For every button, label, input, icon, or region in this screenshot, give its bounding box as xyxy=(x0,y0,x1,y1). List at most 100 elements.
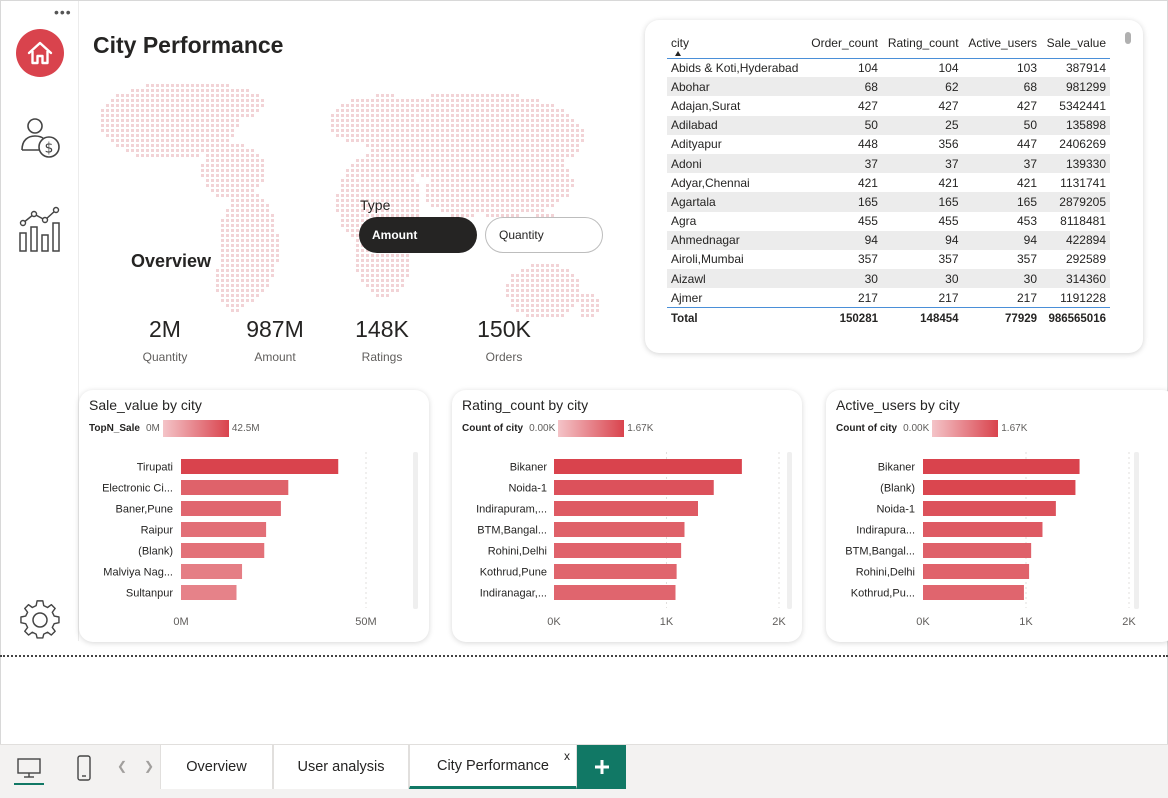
chart-bar[interactable] xyxy=(554,522,685,537)
column-header-order-count[interactable]: Order_count xyxy=(806,36,882,58)
chart-bar[interactable] xyxy=(923,480,1076,495)
chart-scrollbar[interactable] xyxy=(413,452,418,609)
chart-bar[interactable] xyxy=(181,480,289,495)
map-dot xyxy=(136,94,139,97)
map-dot xyxy=(231,309,234,312)
desktop-view-icon[interactable] xyxy=(14,751,44,785)
chart-bar[interactable] xyxy=(181,585,237,600)
map-dot xyxy=(506,199,509,202)
column-header-rating-count[interactable]: Rating_count xyxy=(882,36,963,58)
chart-bar[interactable] xyxy=(923,585,1024,600)
map-dot xyxy=(166,144,169,147)
map-dot xyxy=(136,104,139,107)
chevron-left-icon[interactable]: ❮ xyxy=(117,759,127,773)
map-dot xyxy=(546,179,549,182)
map-dot xyxy=(351,174,354,177)
map-dot xyxy=(426,144,429,147)
table-row[interactable]: Agartala 165 165 165 2879205 xyxy=(667,192,1110,212)
map-dot xyxy=(351,114,354,117)
map-dot xyxy=(106,134,109,137)
map-dot xyxy=(581,129,584,132)
map-dot xyxy=(216,279,219,282)
mobile-view-icon[interactable] xyxy=(69,751,99,785)
table-row[interactable]: Airoli,Mumbai 357 357 357 292589 xyxy=(667,250,1110,269)
map-dot xyxy=(146,149,149,152)
map-dot xyxy=(531,299,534,302)
map-dot xyxy=(166,129,169,132)
map-dot xyxy=(231,94,234,97)
chart-scrollbar[interactable] xyxy=(1134,452,1139,609)
table-row[interactable]: Ahmednagar 94 94 94 422894 xyxy=(667,230,1110,250)
table-row[interactable]: Adoni 37 37 37 139330 xyxy=(667,153,1110,174)
total-label: Total xyxy=(671,312,698,325)
tab-city-performance[interactable]: City Performance xyxy=(409,745,577,789)
chart-bar[interactable] xyxy=(554,543,682,558)
map-dot xyxy=(541,124,544,127)
table-row[interactable]: Adyar,Chennai 421 421 421 1131741 xyxy=(667,173,1110,192)
table-cell-value: 217 xyxy=(1016,290,1038,305)
chart-bar[interactable] xyxy=(181,522,267,537)
bar-chart-icon[interactable] xyxy=(15,204,67,256)
sale-value-bar-chart: TirupatiElectronic Ci...Baner,PuneRaipur… xyxy=(102,452,377,628)
map-dot xyxy=(221,234,224,237)
chart-scrollbar[interactable] xyxy=(787,452,792,609)
table-scrollbar[interactable] xyxy=(1125,32,1131,44)
user-dollar-icon[interactable]: $ xyxy=(15,111,67,163)
chart-bar[interactable] xyxy=(181,501,281,516)
sort-ascending-icon[interactable] xyxy=(675,51,681,56)
map-dot xyxy=(221,269,224,272)
table-row[interactable]: Ajmer 217 217 217 1191228 xyxy=(667,288,1110,307)
chart-bar[interactable] xyxy=(923,501,1056,516)
tab-user-analysis[interactable]: User analysis xyxy=(273,745,409,789)
chart-bar[interactable] xyxy=(554,501,698,516)
home-icon[interactable] xyxy=(16,29,64,77)
table-cell-value: 357 xyxy=(938,252,959,267)
chart-bar[interactable] xyxy=(923,459,1080,474)
table-row[interactable]: Adilabad 50 25 50 135898 xyxy=(667,115,1110,135)
table-row[interactable]: Adityapur 448 356 447 2406269 xyxy=(667,135,1110,154)
type-option-amount[interactable]: Amount xyxy=(359,217,477,253)
map-dot xyxy=(131,94,134,97)
table-row[interactable]: Abohar 68 62 68 981299 xyxy=(667,77,1110,97)
column-header-sale-value[interactable]: Sale_value xyxy=(1041,36,1110,58)
close-tab-icon[interactable]: x xyxy=(564,749,570,763)
table-row[interactable]: Adajan,Surat 427 427 427 5342441 xyxy=(667,96,1110,115)
chevron-right-icon[interactable]: ❯ xyxy=(144,759,154,773)
map-dot xyxy=(226,214,229,217)
map-dot xyxy=(221,139,224,142)
tab-overview[interactable]: Overview xyxy=(160,745,273,789)
chart-bar[interactable] xyxy=(923,522,1043,537)
map-dot xyxy=(141,109,144,112)
map-dot xyxy=(541,299,544,302)
map-dot xyxy=(386,184,389,187)
chart-bar[interactable] xyxy=(554,564,677,579)
map-dot xyxy=(356,99,359,102)
map-dot xyxy=(396,104,399,107)
map-dot xyxy=(471,104,474,107)
table-row[interactable]: Aizawl 30 30 30 314360 xyxy=(667,269,1110,289)
map-dot xyxy=(356,259,359,262)
map-dot xyxy=(471,109,474,112)
more-dots-icon[interactable]: ••• xyxy=(54,5,72,19)
add-page-button[interactable] xyxy=(577,745,626,789)
map-dot xyxy=(376,279,379,282)
gear-icon[interactable] xyxy=(15,595,67,647)
table-row[interactable]: Agra 455 455 453 8118481 xyxy=(667,212,1110,231)
chart-bar[interactable] xyxy=(923,564,1030,579)
chart-bar[interactable] xyxy=(554,480,714,495)
chart-bar[interactable] xyxy=(554,459,742,474)
map-dot xyxy=(146,114,149,117)
chart-bar[interactable] xyxy=(181,564,243,579)
column-header-city[interactable]: city xyxy=(667,36,806,58)
table-cell-city: Adoni xyxy=(671,156,702,171)
chart-bar[interactable] xyxy=(181,459,339,474)
map-dot xyxy=(266,219,269,222)
type-option-quantity[interactable]: Quantity xyxy=(485,217,603,253)
column-header-active-users[interactable]: Active_users xyxy=(963,36,1041,58)
map-dot xyxy=(511,304,514,307)
table-row[interactable]: Abids & Koti,Hyderabad 104 104 103 387914 xyxy=(667,58,1110,77)
map-dot xyxy=(351,189,354,192)
chart-bar[interactable] xyxy=(554,585,676,600)
chart-bar[interactable] xyxy=(923,543,1032,558)
chart-bar[interactable] xyxy=(181,543,265,558)
